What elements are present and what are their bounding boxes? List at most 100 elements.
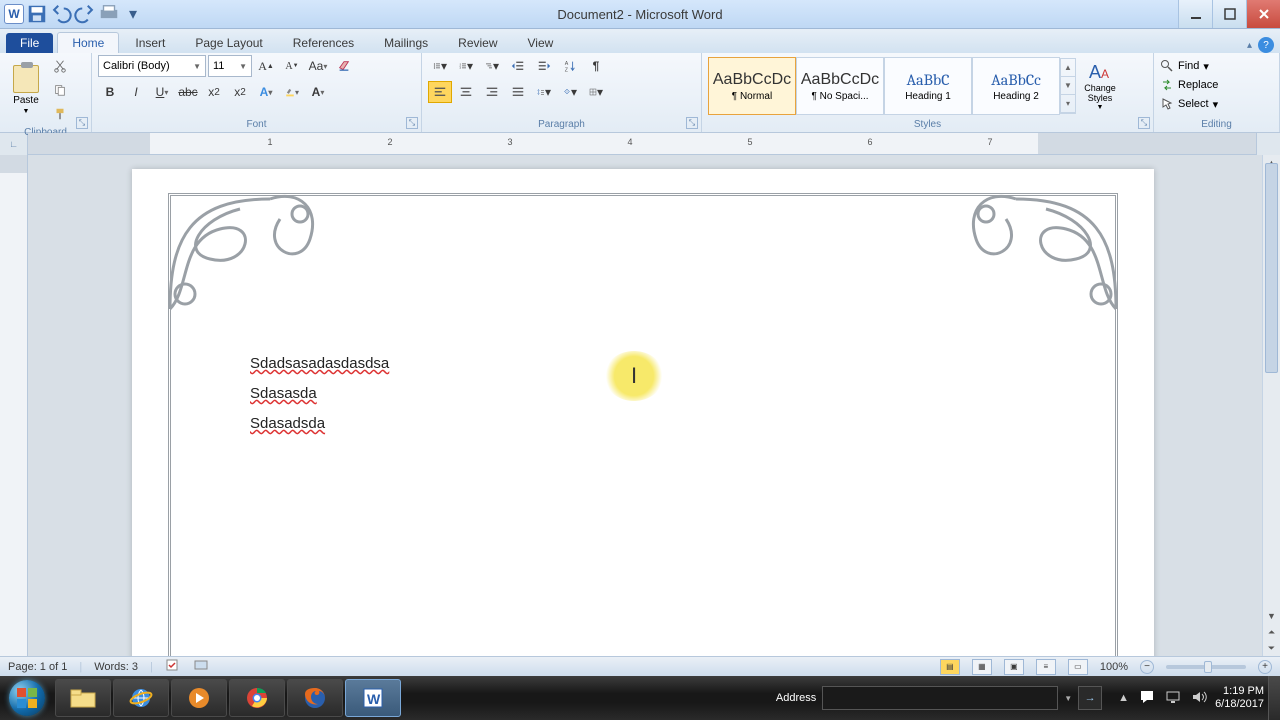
font-color-icon[interactable]: A▾ [306, 81, 330, 103]
draft-view-icon[interactable]: ▭ [1068, 659, 1088, 675]
zoom-out-button[interactable]: − [1140, 660, 1154, 674]
address-input[interactable] [822, 686, 1058, 710]
tab-references[interactable]: References [279, 33, 368, 53]
italic-button[interactable]: I [124, 81, 148, 103]
minimize-button[interactable] [1178, 0, 1212, 28]
increase-indent-icon[interactable] [532, 55, 556, 77]
full-screen-view-icon[interactable]: ▦ [972, 659, 992, 675]
proofing-icon[interactable] [165, 657, 181, 676]
change-case-icon[interactable]: Aa▾ [306, 55, 330, 77]
next-page-icon[interactable]: ⏷ [1263, 640, 1280, 656]
style-normal[interactable]: AaBbCcDc¶ Normal [708, 57, 796, 115]
clear-formatting-icon[interactable] [332, 55, 356, 77]
print-layout-view-icon[interactable]: ▤ [940, 659, 960, 675]
copy-icon[interactable] [48, 79, 72, 101]
tab-page-layout[interactable]: Page Layout [181, 33, 276, 53]
underline-button[interactable]: U▾ [150, 81, 174, 103]
change-styles-button[interactable]: AA Change Styles▼ [1076, 57, 1124, 115]
tab-insert[interactable]: Insert [121, 33, 179, 53]
font-size-dropdown[interactable]: 11▼ [208, 55, 252, 77]
redo-icon[interactable] [74, 3, 96, 25]
zoom-in-button[interactable]: + [1258, 660, 1272, 674]
tab-home[interactable]: Home [57, 32, 119, 53]
document-text[interactable]: Sdadsasadasdasdsa Sdasasda Sdasadsda [250, 349, 389, 439]
close-button[interactable] [1246, 0, 1280, 28]
taskbar-word[interactable]: W [345, 679, 401, 717]
taskbar-ie[interactable] [113, 679, 169, 717]
bullets-icon[interactable]: ▾ [428, 55, 452, 77]
outline-view-icon[interactable]: ≡ [1036, 659, 1056, 675]
justify-button[interactable] [506, 81, 530, 103]
strikethrough-button[interactable]: abc [176, 81, 200, 103]
minimize-ribbon-icon[interactable]: ▴ [1247, 40, 1252, 51]
tray-volume-icon[interactable] [1191, 689, 1207, 708]
style-heading-2[interactable]: AaBbCcHeading 2 [972, 57, 1060, 115]
undo-icon[interactable] [50, 3, 72, 25]
taskbar-firefox[interactable] [287, 679, 343, 717]
numbering-icon[interactable]: 123▾ [454, 55, 478, 77]
tab-mailings[interactable]: Mailings [370, 33, 442, 53]
vertical-ruler[interactable] [0, 155, 28, 656]
horizontal-ruler[interactable]: 1234567 [28, 133, 1256, 155]
text-effects-icon[interactable]: A▾ [254, 81, 278, 103]
tab-review[interactable]: Review [444, 33, 511, 53]
borders-icon[interactable]: ▾ [584, 81, 608, 103]
zoom-slider[interactable] [1166, 665, 1246, 669]
align-left-button[interactable] [428, 81, 452, 103]
previous-page-icon[interactable]: ⏶ [1263, 624, 1280, 640]
shrink-font-icon[interactable]: A▼ [280, 55, 304, 77]
style-heading-1[interactable]: AaBbCHeading 1 [884, 57, 972, 115]
qat-customize-icon[interactable]: ▾ [122, 3, 144, 25]
multilevel-list-icon[interactable]: ▾ [480, 55, 504, 77]
page-indicator[interactable]: Page: 1 of 1 [8, 661, 67, 673]
line-spacing-icon[interactable]: ▾ [532, 81, 556, 103]
font-launcher-icon[interactable]: ⤡ [406, 117, 418, 129]
decrease-indent-icon[interactable] [506, 55, 530, 77]
show-marks-icon[interactable]: ¶ [584, 55, 608, 77]
document-page[interactable]: Sdadsasadasdasdsa Sdasasda Sdasadsda I [132, 169, 1154, 656]
font-name-dropdown[interactable]: Calibri (Body)▼ [98, 55, 206, 77]
help-icon[interactable]: ? [1258, 37, 1274, 53]
taskbar-explorer[interactable] [55, 679, 111, 717]
tab-view[interactable]: View [514, 33, 568, 53]
save-icon[interactable] [26, 3, 48, 25]
clipboard-launcher-icon[interactable]: ⤡ [76, 117, 88, 129]
web-layout-view-icon[interactable]: ▣ [1004, 659, 1024, 675]
address-dropdown-icon[interactable]: ▼ [1064, 694, 1072, 703]
taskbar-chrome[interactable] [229, 679, 285, 717]
align-center-button[interactable] [454, 81, 478, 103]
tray-network-icon[interactable] [1165, 689, 1181, 708]
taskbar-clock[interactable]: 1:19 PM 6/18/2017 [1215, 685, 1268, 711]
align-right-button[interactable] [480, 81, 504, 103]
tray-action-center-icon[interactable] [1139, 689, 1155, 708]
style-no-spacing[interactable]: AaBbCcDc¶ No Spaci... [796, 57, 884, 115]
address-go-button[interactable]: → [1078, 686, 1102, 710]
grow-font-icon[interactable]: A▲ [254, 55, 278, 77]
maximize-button[interactable] [1212, 0, 1246, 28]
zoom-level[interactable]: 100% [1100, 661, 1128, 673]
styles-launcher-icon[interactable]: ⤡ [1138, 117, 1150, 129]
styles-gallery-expand[interactable]: ▲▼▾ [1060, 58, 1076, 114]
taskbar-media-player[interactable] [171, 679, 227, 717]
print-preview-icon[interactable] [98, 3, 120, 25]
find-button[interactable]: Find ▾ [1160, 57, 1209, 75]
word-count[interactable]: Words: 3 [94, 661, 138, 673]
cut-icon[interactable] [48, 55, 72, 77]
superscript-button[interactable]: x2 [228, 81, 252, 103]
sort-icon[interactable]: AZ [558, 55, 582, 77]
word-app-icon[interactable]: W [4, 4, 24, 24]
subscript-button[interactable]: x2 [202, 81, 226, 103]
select-button[interactable]: Select ▾ [1160, 95, 1218, 113]
view-ruler-toggle[interactable] [1256, 133, 1280, 155]
scroll-thumb[interactable] [1265, 163, 1278, 373]
replace-button[interactable]: Replace [1160, 76, 1218, 94]
show-desktop-button[interactable] [1268, 676, 1280, 720]
start-button[interactable] [0, 676, 54, 720]
bold-button[interactable]: B [98, 81, 122, 103]
format-painter-icon[interactable] [48, 103, 72, 125]
zoom-slider-thumb[interactable] [1204, 661, 1212, 673]
file-tab[interactable]: File [6, 33, 53, 53]
shading-icon[interactable]: ▾ [558, 81, 582, 103]
paragraph-launcher-icon[interactable]: ⤡ [686, 117, 698, 129]
paste-button[interactable]: Paste ▼ [6, 61, 46, 119]
